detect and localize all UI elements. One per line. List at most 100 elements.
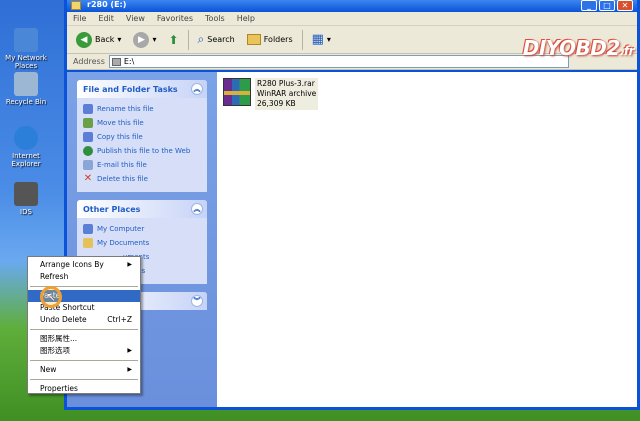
desktop-icon-recycle-bin[interactable]: Recycle Bin <box>2 72 50 106</box>
file-tasks-header[interactable]: File and Folder Tasks ︽ <box>77 80 207 98</box>
other-places-title: Other Places <box>83 204 141 214</box>
menu-help[interactable]: Help <box>237 14 255 23</box>
submenu-arrow-icon: ▶ <box>127 261 132 268</box>
task-email[interactable]: E-mail this file <box>83 158 201 172</box>
task-label: Move this file <box>97 119 144 127</box>
computer-icon <box>83 224 93 234</box>
task-copy[interactable]: Copy this file <box>83 130 201 144</box>
email-icon <box>83 160 93 170</box>
forward-arrow-icon: ▶ <box>133 31 150 48</box>
task-label: Rename this file <box>97 105 154 113</box>
menu-favorites[interactable]: Favorites <box>157 14 193 23</box>
menu-edit[interactable]: Edit <box>98 14 114 23</box>
menu-separator <box>30 329 138 330</box>
address-label: Address <box>73 57 105 66</box>
folder-icon <box>83 238 93 248</box>
globe-icon <box>83 146 93 156</box>
desktop-icon-ids[interactable]: IDS <box>2 182 50 216</box>
file-size: 26,309 KB <box>257 99 296 108</box>
address-value: E:\ <box>123 57 135 66</box>
menu-view[interactable]: View <box>126 14 145 23</box>
minimize-button[interactable]: _ <box>581 0 597 11</box>
place-my-documents[interactable]: My Documents <box>83 236 201 250</box>
internet-explorer-icon <box>14 126 38 150</box>
content-area: File and Folder Tasks ︽ Rename this file… <box>67 72 637 407</box>
menu-item-graphics-options[interactable]: 图形选项 ▶ <box>28 345 140 357</box>
brand-logo: DIYOBD2.fr <box>522 36 635 60</box>
desktop-icon-label: IDS <box>20 208 32 216</box>
submenu-arrow-icon: ▶ <box>127 366 132 373</box>
ids-icon <box>14 182 38 206</box>
up-folder-icon: ⬆ <box>168 32 179 47</box>
menu-item-properties[interactable]: Properties <box>28 383 140 395</box>
folder-icon <box>246 34 261 45</box>
title-bar[interactable]: r280 (E:) _ □ ✕ <box>67 0 637 12</box>
views-icon: ▦ <box>311 32 324 47</box>
task-publish[interactable]: Publish this file to the Web <box>83 144 201 158</box>
folders-label: Folders <box>263 35 293 44</box>
desktop-icon-ie[interactable]: Internet Explorer <box>2 126 50 168</box>
forward-button[interactable]: ▶ ▾ <box>130 30 159 50</box>
file-list: R280 Plus-3.rar WinRAR archive 26,309 KB <box>217 72 637 407</box>
task-label: E-mail this file <box>97 161 147 169</box>
menu-item-arrange-icons[interactable]: Arrange Icons By ▶ <box>28 259 140 271</box>
file-tasks-title: File and Folder Tasks <box>83 84 178 94</box>
folders-button[interactable]: Folders <box>244 32 296 47</box>
file-tasks-panel: File and Folder Tasks ︽ Rename this file… <box>77 80 207 192</box>
winrar-archive-icon <box>223 78 251 106</box>
menu-item-new[interactable]: New ▶ <box>28 364 140 376</box>
network-places-icon <box>14 28 38 52</box>
rename-icon <box>83 104 93 114</box>
context-menu: Arrange Icons By ▶ Refresh Paste Paste Sh… <box>27 256 141 394</box>
menu-separator <box>30 379 138 380</box>
menu-item-refresh[interactable]: Refresh <box>28 271 140 283</box>
expand-chevron-icon[interactable]: ︾ <box>191 295 203 307</box>
task-label: Delete this file <box>97 175 148 183</box>
back-label: Back <box>95 35 115 44</box>
file-type: WinRAR archive <box>257 89 317 98</box>
delete-icon: ✕ <box>83 173 93 184</box>
address-field[interactable]: E:\ <box>108 55 569 68</box>
place-my-computer[interactable]: My Computer <box>83 222 201 236</box>
task-rename[interactable]: Rename this file <box>83 102 201 116</box>
drive-icon <box>71 1 81 10</box>
task-move[interactable]: Move this file <box>83 116 201 130</box>
file-item[interactable]: R280 Plus-3.rar WinRAR archive 26,309 KB <box>223 78 319 110</box>
back-dropdown-icon[interactable]: ▾ <box>117 35 121 44</box>
up-folder-button[interactable]: ⬆ <box>165 31 181 49</box>
submenu-arrow-icon: ▶ <box>127 347 132 354</box>
collapse-chevron-icon[interactable]: ︽ <box>191 203 203 215</box>
task-delete[interactable]: ✕ Delete this file <box>83 172 201 186</box>
back-button[interactable]: ◀ Back ▾ <box>73 30 124 50</box>
desktop-icon-network[interactable]: My Network Places <box>2 28 50 70</box>
drive-small-icon <box>111 57 121 66</box>
desktop-icon-label: Internet Explorer <box>11 152 41 169</box>
mouse-pointer-icon: ↖ <box>46 290 57 304</box>
menu-bar: File Edit View Favorites Tools Help <box>67 12 637 26</box>
search-label: Search <box>207 35 235 44</box>
menu-separator <box>30 360 138 361</box>
shortcut-label: Ctrl+Z <box>107 315 132 324</box>
recycle-bin-icon <box>14 72 38 96</box>
place-label: My Documents <box>97 239 150 247</box>
menu-tools[interactable]: Tools <box>205 14 225 23</box>
toolbar-separator <box>187 29 189 50</box>
file-details: R280 Plus-3.rar WinRAR archive 26,309 KB <box>255 78 319 110</box>
move-icon <box>83 118 93 128</box>
place-label: My Computer <box>97 225 145 233</box>
views-button[interactable]: ▦ ▾ <box>309 30 334 49</box>
menu-item-graphics-properties[interactable]: 图形属性... <box>28 333 140 345</box>
desktop-icon-label: My Network Places <box>5 54 47 71</box>
forward-dropdown-icon[interactable]: ▾ <box>152 35 156 44</box>
menu-item-undo-delete[interactable]: Undo Delete Ctrl+Z <box>28 314 140 326</box>
menu-file[interactable]: File <box>73 14 86 23</box>
maximize-button[interactable]: □ <box>599 0 615 11</box>
file-name: R280 Plus-3.rar <box>257 79 315 88</box>
search-button[interactable]: ⌕ Search <box>195 30 238 49</box>
close-button[interactable]: ✕ <box>617 0 633 11</box>
other-places-header[interactable]: Other Places ︽ <box>77 200 207 218</box>
search-icon: ⌕ <box>197 32 205 46</box>
collapse-chevron-icon[interactable]: ︽ <box>191 83 203 95</box>
window-title: r280 (E:) <box>87 0 127 9</box>
copy-icon <box>83 132 93 142</box>
